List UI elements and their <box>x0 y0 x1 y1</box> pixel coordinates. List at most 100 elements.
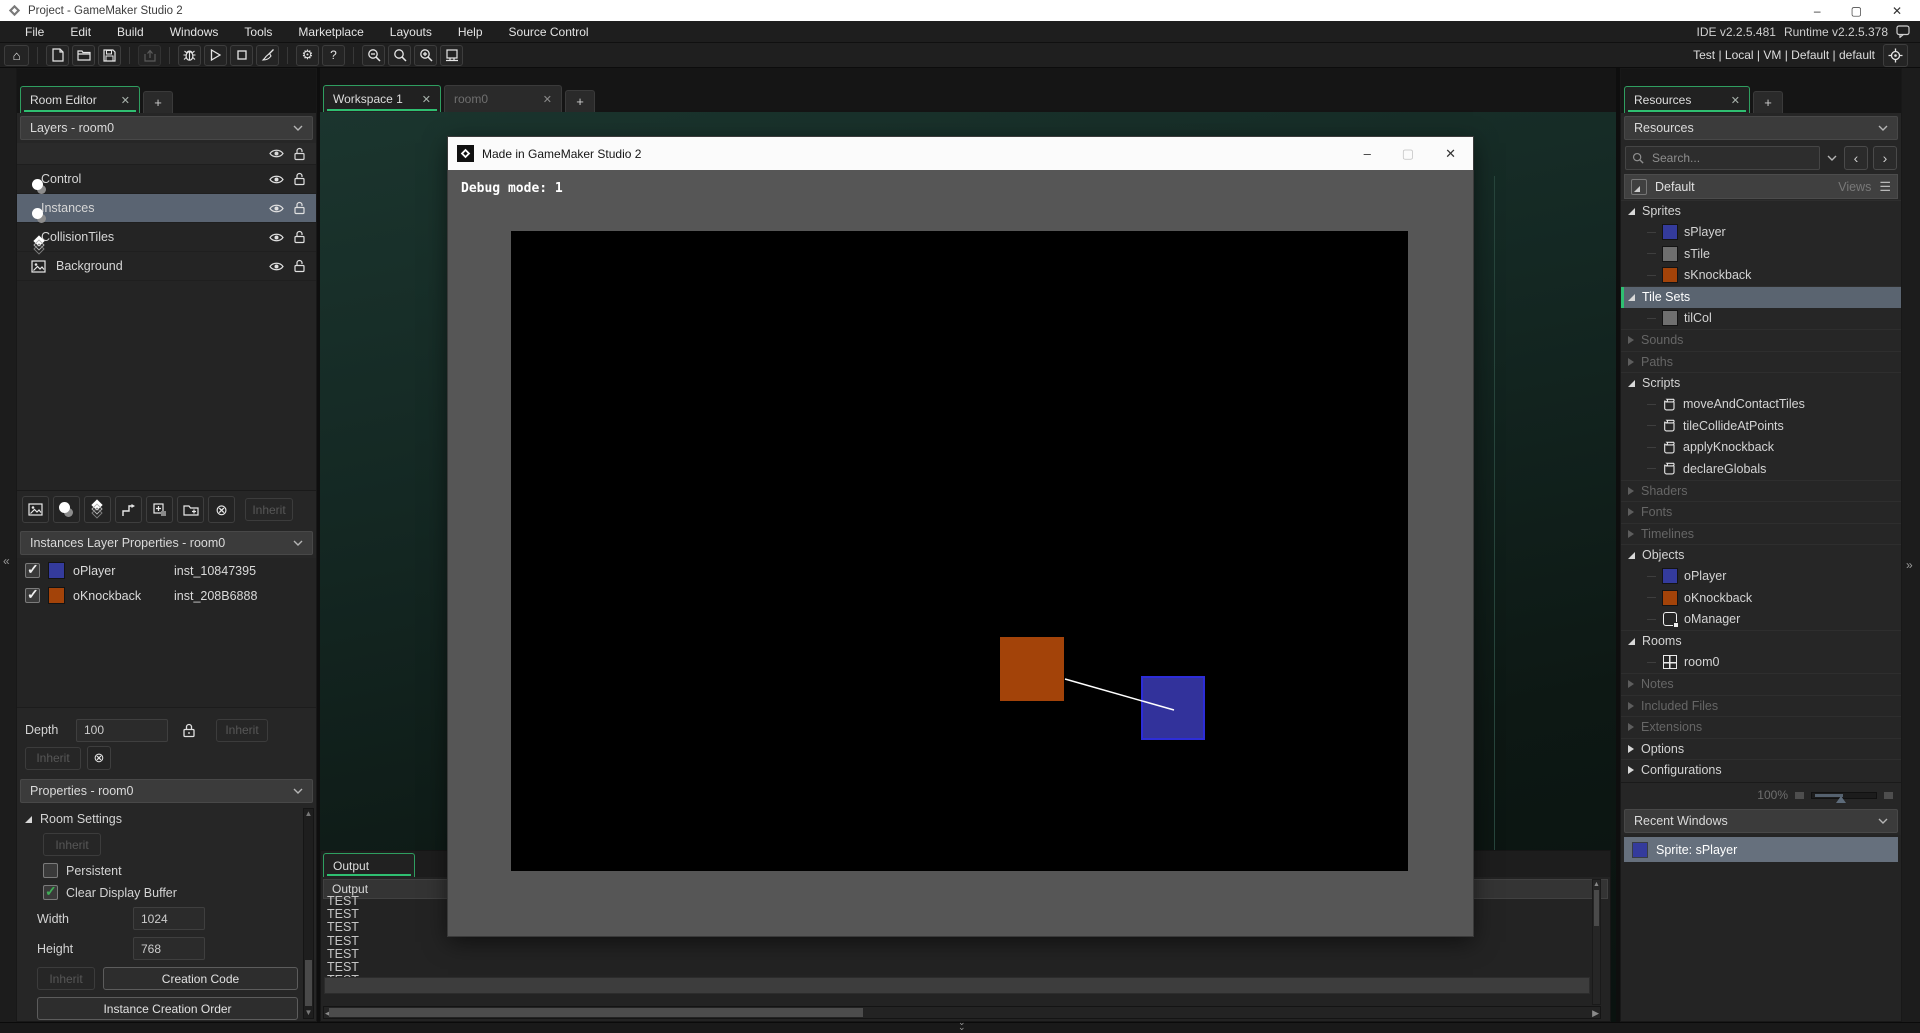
save-project-icon[interactable] <box>98 45 121 66</box>
expanded-icon[interactable] <box>1628 638 1635 645</box>
layer-row-control[interactable]: Control <box>17 165 316 194</box>
lock-icon[interactable] <box>294 172 305 186</box>
output-command-row[interactable] <box>324 977 1590 994</box>
add-image-layer-icon[interactable] <box>22 496 49 523</box>
depth-inherit-button[interactable]: Inherit <box>216 719 268 742</box>
add-path-layer-icon[interactable] <box>115 496 142 523</box>
tree-item-splayer[interactable]: sPlayer <box>1621 222 1901 244</box>
layers-dropdown[interactable]: Layers - room0 <box>20 116 313 140</box>
layer-row-instances[interactable]: Instances <box>17 194 316 223</box>
room-properties-header[interactable]: Properties - room0 <box>20 779 313 803</box>
lock-icon[interactable] <box>294 201 305 215</box>
eye-icon[interactable] <box>269 232 284 243</box>
tab-resources[interactable]: Resources ✕ <box>1624 86 1750 113</box>
collapsed-icon[interactable] <box>1628 680 1634 688</box>
close-icon[interactable]: ✕ <box>1445 146 1456 162</box>
collapsed-icon[interactable] <box>1628 508 1634 516</box>
tree-item-timelines[interactable]: Timelines <box>1621 523 1901 545</box>
tree-item-extensions[interactable]: Extensions <box>1621 716 1901 738</box>
resources-dropdown[interactable]: Resources <box>1624 116 1898 140</box>
add-layer-icon[interactable] <box>146 496 173 523</box>
search-input[interactable] <box>1650 150 1813 166</box>
expanded-icon[interactable] <box>1628 208 1635 215</box>
maximize-icon[interactable]: ▢ <box>1851 4 1862 18</box>
menu-marketplace[interactable]: Marketplace <box>285 23 376 41</box>
menu-layouts[interactable]: Layouts <box>377 23 445 41</box>
room-settings-section[interactable]: Room Settings <box>25 812 298 826</box>
tab-room0[interactable]: room0✕ <box>444 85 562 112</box>
collapsed-icon[interactable] <box>1628 487 1634 495</box>
debug-icon[interactable] <box>178 45 201 66</box>
laptop-layout-icon[interactable] <box>440 45 463 66</box>
tree-item-sprites[interactable]: Sprites <box>1621 200 1901 222</box>
tree-item-included-files[interactable]: Included Files <box>1621 695 1901 717</box>
clean-icon[interactable] <box>256 45 279 66</box>
help-icon[interactable]: ? <box>322 45 345 66</box>
eye-icon[interactable] <box>269 174 284 185</box>
close-tab-icon[interactable]: ✕ <box>543 93 552 106</box>
stop-icon[interactable] <box>230 45 253 66</box>
menu-file[interactable]: File <box>12 23 57 41</box>
tree-item-options[interactable]: Options <box>1621 738 1901 760</box>
properties-scrollbar[interactable]: ▲▼ <box>303 808 314 1019</box>
collapsed-icon[interactable] <box>1628 745 1634 753</box>
instance-visible-checkbox[interactable] <box>25 563 40 578</box>
tree-item-configurations[interactable]: Configurations <box>1621 759 1901 781</box>
add-layer-folder-icon[interactable] <box>177 496 204 523</box>
search-prev-icon[interactable]: ‹ <box>1844 146 1868 170</box>
eye-icon[interactable] <box>269 261 284 272</box>
menu-tools[interactable]: Tools <box>231 23 285 41</box>
tree-item-moveandcontacttiles[interactable]: moveAndContactTiles <box>1621 394 1901 416</box>
room-inherit-button[interactable]: Inherit <box>43 833 101 856</box>
collapse-left-panel-icon[interactable]: « <box>3 554 10 568</box>
maximize-icon[interactable]: ▢ <box>1402 146 1414 162</box>
run-icon[interactable] <box>204 45 227 66</box>
output-vertical-scrollbar[interactable]: ▲ <box>1592 879 1601 1005</box>
tree-item-omanager[interactable]: oManager <box>1621 609 1901 631</box>
tree-item-paths[interactable]: Paths <box>1621 351 1901 373</box>
tree-item-tilcol[interactable]: tilCol <box>1621 308 1901 330</box>
add-tile-layer-icon[interactable] <box>84 496 111 523</box>
room-height-input[interactable] <box>133 937 205 960</box>
search-next-icon[interactable]: › <box>1873 146 1897 170</box>
resource-collection-header[interactable]: Default Views ☰ <box>1624 174 1898 199</box>
delete-layer-icon[interactable]: ⊗ <box>208 496 235 523</box>
add-instance-layer-icon[interactable] <box>53 496 80 523</box>
lock-icon[interactable] <box>183 723 195 738</box>
instances-layer-properties-header[interactable]: Instances Layer Properties - room0 <box>20 531 313 555</box>
tree-item-shaders[interactable]: Shaders <box>1621 480 1901 502</box>
tree-item-objects[interactable]: Objects <box>1621 544 1901 566</box>
collapsed-icon[interactable] <box>1628 723 1634 731</box>
tree-item-tilecollideatpoints[interactable]: tileCollideAtPoints <box>1621 415 1901 437</box>
zoom-reset-icon[interactable] <box>388 45 411 66</box>
depth-input[interactable] <box>76 719 168 742</box>
tree-item-declareglobals[interactable]: declareGlobals <box>1621 458 1901 480</box>
inherit-button[interactable]: Inherit <box>25 747 81 770</box>
close-tab-icon[interactable]: ✕ <box>1731 94 1740 107</box>
instance-row-oknockback[interactable]: oKnockbackinst_208B6888 <box>17 583 316 608</box>
expanded-icon[interactable] <box>1628 552 1635 559</box>
collapsed-icon[interactable] <box>1628 530 1634 538</box>
add-tab-button[interactable]: + <box>143 91 173 113</box>
instance-creation-order-button[interactable]: Instance Creation Order <box>37 997 298 1020</box>
collapsed-icon[interactable] <box>1628 358 1634 366</box>
creation-code-button[interactable]: Creation Code <box>103 967 298 990</box>
tree-item-rooms[interactable]: Rooms <box>1621 630 1901 652</box>
expanded-icon[interactable] <box>1628 294 1635 301</box>
close-icon[interactable]: ✕ <box>1892 4 1902 18</box>
expand-right-panel-icon[interactable]: » <box>1906 558 1913 572</box>
tree-item-notes[interactable]: Notes <box>1621 673 1901 695</box>
tab-output[interactable]: Output <box>323 853 415 877</box>
minimize-icon[interactable]: – <box>1814 4 1821 18</box>
collapsed-icon[interactable] <box>1628 336 1634 344</box>
menu-help[interactable]: Help <box>445 23 496 41</box>
output-horizontal-scrollbar[interactable]: ◀▶ <box>323 1006 1601 1019</box>
close-tab-icon[interactable]: ✕ <box>121 94 130 107</box>
tree-item-sounds[interactable]: Sounds <box>1621 329 1901 351</box>
new-project-icon[interactable] <box>46 45 69 66</box>
collapsed-icon[interactable] <box>1628 702 1634 710</box>
menu-build[interactable]: Build <box>104 23 157 41</box>
game-window-titlebar[interactable]: Made in GameMaker Studio 2 – ▢ ✕ <box>448 137 1473 170</box>
layer-inherit-button[interactable]: Inherit <box>245 498 293 521</box>
create-executable-icon[interactable] <box>138 45 161 66</box>
